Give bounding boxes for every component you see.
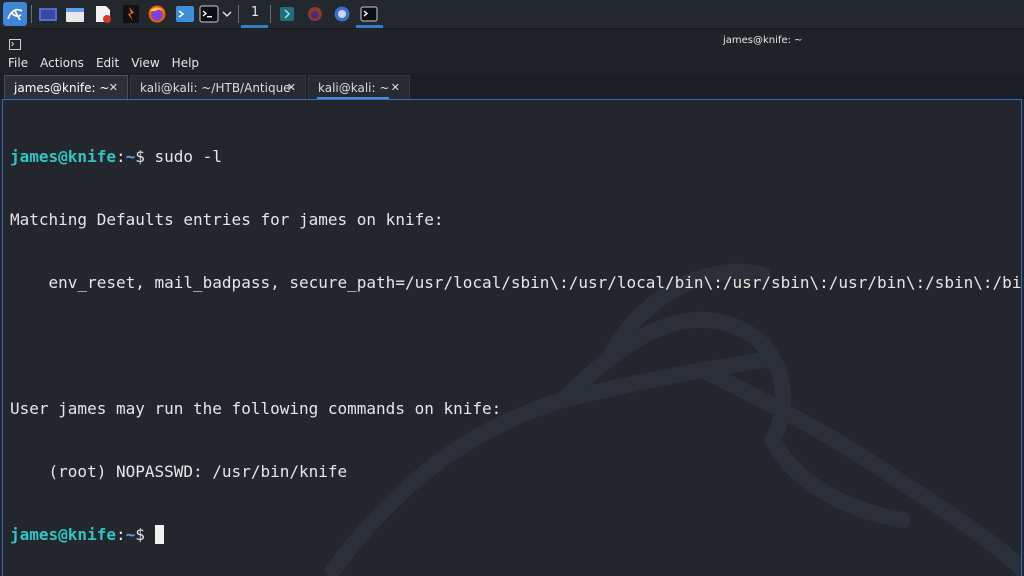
chevron-down-icon[interactable] [221, 4, 233, 24]
desktop-icon[interactable] [38, 4, 58, 24]
prompt-dollar: $ [135, 147, 155, 166]
terminal-output: james@knife:~$ sudo -l Matching Defaults… [10, 104, 1021, 576]
tab-kali-antique[interactable]: kali@kali: ~/HTB/Antique ✕ [130, 75, 306, 99]
browser-icon[interactable] [332, 4, 352, 24]
close-tab-icon[interactable]: ✕ [287, 76, 296, 100]
terminal-emulator-icon[interactable] [175, 4, 195, 24]
tab-label: james@knife: ~ [14, 81, 110, 95]
burp-icon[interactable] [121, 4, 141, 24]
close-tab-icon[interactable]: ✕ [391, 76, 400, 100]
menu-bar: File Actions Edit View Help [0, 52, 1024, 73]
prompt-dollar: $ [135, 525, 155, 544]
prompt-user: james@knife [10, 525, 116, 544]
workspace-active-indicator [241, 25, 268, 28]
workspace-switcher[interactable]: 1 [244, 3, 266, 23]
terminal-area[interactable]: james@knife:~$ sudo -l Matching Defaults… [2, 99, 1022, 576]
menu-help[interactable]: Help [168, 53, 203, 74]
top-panel: 1 [0, 0, 1024, 29]
app-icon[interactable] [277, 4, 297, 24]
panel-separator [31, 5, 32, 23]
prompt-line[interactable]: james@knife:~$ [10, 524, 1021, 545]
panel-separator [270, 5, 271, 23]
kali-menu-icon[interactable] [3, 2, 27, 26]
menu-actions[interactable]: Actions [36, 53, 88, 74]
window-title-area: james@knife: ~ [0, 29, 1024, 52]
firefox-icon[interactable] [305, 4, 325, 24]
close-tab-icon[interactable]: ✕ [109, 76, 118, 100]
command-text: sudo -l [154, 147, 222, 166]
text-editor-icon[interactable] [93, 4, 113, 24]
panel-separator [238, 5, 239, 23]
output-line: Matching Defaults entries for james on k… [10, 210, 444, 229]
text-cursor [154, 525, 164, 544]
menu-view[interactable]: View [127, 53, 163, 74]
window-title: james@knife: ~ [723, 35, 803, 46]
prompt-dir: ~ [125, 147, 136, 166]
tab-label: kali@kali: ~/HTB/Antique [140, 81, 291, 95]
output-line: (root) NOPASSWD: /usr/bin/knife [10, 462, 348, 481]
prompt-colon: : [115, 147, 126, 166]
window-titlebar[interactable]: james@knife: ~ [0, 29, 1024, 52]
menu-edit[interactable]: Edit [92, 53, 123, 74]
prompt-dir: ~ [125, 525, 136, 544]
menu-file[interactable]: File [4, 53, 32, 74]
output-line: env_reset, mail_badpass, secure_path=/us… [10, 273, 1022, 292]
file-manager-icon[interactable] [65, 4, 85, 24]
task-active-indicator [356, 25, 383, 28]
firefox-icon[interactable] [147, 4, 167, 24]
prompt-line: james@knife:~$ sudo -l [10, 146, 1021, 167]
tab-james-knife[interactable]: james@knife: ~ ✕ [4, 75, 128, 99]
tab-label: kali@kali: ~ [318, 81, 390, 95]
terminal-icon[interactable] [199, 4, 219, 24]
tab-kali-home[interactable]: kali@kali: ~ ✕ [308, 75, 410, 99]
tab-bar: james@knife: ~ ✕ kali@kali: ~/HTB/Antiqu… [0, 73, 1024, 99]
prompt-colon: : [115, 525, 126, 544]
prompt-user: james@knife [10, 147, 116, 166]
terminal-icon[interactable] [359, 4, 379, 24]
output-line: User james may run the following command… [10, 399, 502, 418]
